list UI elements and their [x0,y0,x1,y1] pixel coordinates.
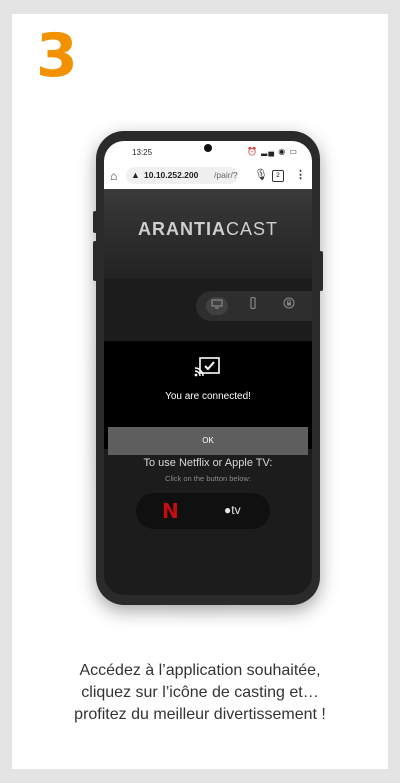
menu-icon[interactable]: ⋮ [295,168,306,181]
phone-screen: 13:25 ⏰ ▂▄ ◉ ▭ ⌂ ▲ 10.10.252.200 /pair/?… [104,141,312,595]
address-bar[interactable]: ▲ 10.10.252.200 /pair/? [126,167,238,184]
caption-line-1: Accédez à l’application souhaitée, [79,662,321,679]
url-path: /pair/? [214,170,238,180]
step-number: 3 [36,21,78,91]
remote-icon[interactable] [242,296,264,315]
status-bar: 13:25 ⏰ ▂▄ ◉ ▭ [104,141,312,163]
tabs-icon[interactable]: 2 [272,170,284,182]
volume-down-button [93,241,97,281]
streaming-buttons: N ●tv [136,493,270,529]
cast-icon [194,357,220,377]
lock-icon[interactable] [278,297,300,315]
caption-line-2: cliquez sur l’icône de casting et… [81,684,319,701]
phone-mockup: 13:25 ⏰ ▂▄ ◉ ▭ ⌂ ▲ 10.10.252.200 /pair/?… [93,131,323,605]
status-icons: ⏰ ▂▄ ◉ ▭ [247,147,298,156]
appletv-button[interactable]: ●tv [224,503,241,517]
url-host: 10.10.252.200 [144,170,199,180]
tv-icon[interactable] [206,297,228,315]
status-time: 13:25 [132,148,153,157]
streaming-subtitle: Click on the button below: [165,474,251,483]
connected-dialog: You are connected! OK [104,341,312,455]
apple-icon: ● [224,503,232,517]
instruction-caption: Accédez à l’application souhaitée, cliqu… [20,660,380,726]
streaming-title: To use Netflix or Apple TV: [143,457,273,469]
volume-up-button [93,211,97,233]
browser-toolbar: ⌂ ▲ 10.10.252.200 /pair/? 🎙 2 ⋮ [104,163,312,190]
caption-line-3: profitez du meilleur divertissement ! [74,706,326,723]
netflix-button[interactable]: N [162,499,179,523]
camera-icon [204,144,212,152]
warning-icon: ▲ [131,170,140,180]
home-icon[interactable]: ⌂ [110,169,117,183]
app-logo: ARANTIACAST [137,219,278,239]
mic-icon[interactable]: 🎙 [254,168,268,181]
power-button [319,251,323,291]
mode-selector [196,291,312,321]
ok-button[interactable]: OK [108,427,308,455]
app-header: ARANTIACAST [104,189,312,279]
connected-message: You are connected! [165,391,251,402]
